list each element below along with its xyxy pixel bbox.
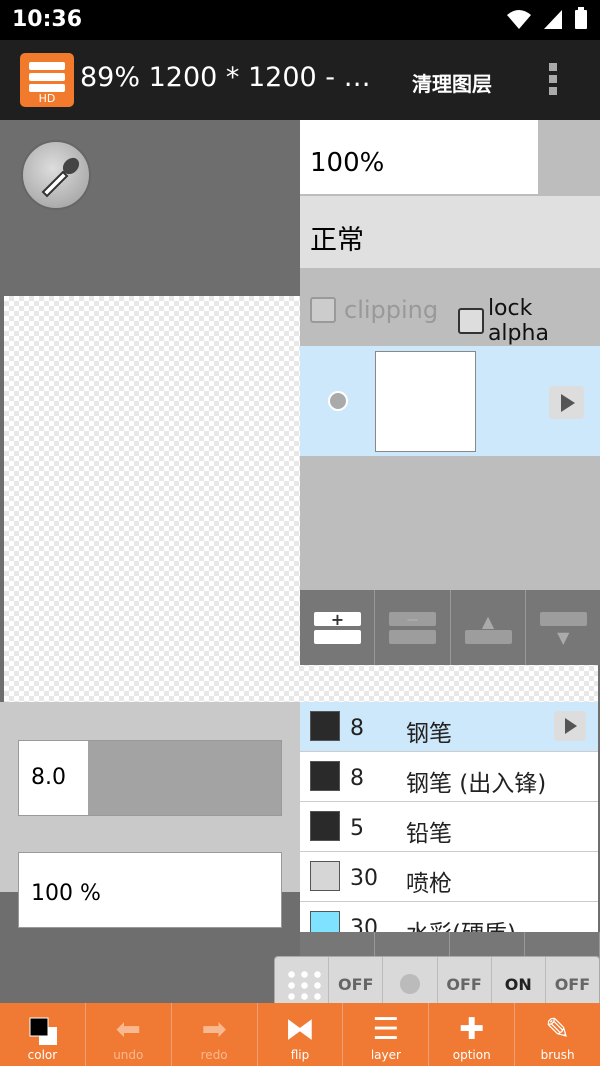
- eyedropper-button[interactable]: [21, 140, 91, 210]
- layer-panel: 100% 正常 clipping lock alpha: [300, 120, 600, 665]
- layer-actions: + − ▲ ▼: [300, 590, 600, 665]
- brush-size: 8: [350, 716, 364, 741]
- option-button[interactable]: ✚ option: [429, 1003, 516, 1066]
- undo-button[interactable]: ⬅ undo: [85, 1003, 172, 1066]
- flip-button[interactable]: ⧓ flip: [257, 1003, 344, 1066]
- brush-name: 钢笔 (出入锋): [406, 771, 547, 797]
- brush-swatch: [310, 861, 340, 891]
- clear-layer-button[interactable]: 清理图层: [412, 68, 492, 97]
- lock-alpha-checkbox[interactable]: lock alpha: [458, 296, 600, 346]
- brush-name: 水彩(硬质): [406, 914, 516, 932]
- brush-item[interactable]: 30 喷枪: [300, 852, 598, 902]
- blend-mode-select[interactable]: 正常: [300, 196, 600, 268]
- brush-swatch: [310, 711, 340, 741]
- circle-icon: [400, 974, 421, 994]
- layer-button[interactable]: ☰ layer: [343, 1003, 430, 1066]
- plus-icon: ✚: [459, 1012, 485, 1047]
- layer-thumbnail: [375, 351, 476, 452]
- brush-item[interactable]: 30 水彩(硬质): [300, 902, 598, 932]
- document-title: 89% 1200 * 1200 - Un...: [80, 62, 390, 93]
- bottom-toolbar: color ⬅ undo ➡ redo ⧓ flip ☰ layer ✚ opt…: [0, 1003, 600, 1066]
- layer-expand-icon[interactable]: [549, 386, 584, 419]
- clipping-checkbox[interactable]: clipping: [310, 296, 438, 324]
- grid-icon: [285, 969, 325, 1001]
- brush-swatch: [310, 811, 340, 841]
- layer-item[interactable]: [300, 346, 600, 456]
- layer-visibility-icon[interactable]: [328, 391, 348, 411]
- brush-item[interactable]: 5 铅笔: [300, 802, 598, 852]
- brush-size-slider[interactable]: 8.0: [18, 740, 282, 816]
- brush-size: 30: [350, 866, 378, 891]
- brush-item[interactable]: 8 钢笔 (出入锋): [300, 752, 598, 802]
- wifi-icon: [507, 10, 531, 29]
- undo-arrow-icon: ⬅: [115, 1012, 141, 1047]
- brush-opacity-slider[interactable]: 100 %: [18, 852, 282, 928]
- signal-icon: [544, 10, 562, 29]
- brush-swatch: [310, 761, 340, 791]
- brush-settings-panel: 8.0 100 %: [0, 702, 300, 928]
- move-layer-down-button[interactable]: ▼: [525, 590, 600, 665]
- brush-expand-icon[interactable]: [554, 711, 586, 741]
- brush-name: 钢笔: [406, 721, 452, 747]
- brush-swatch: [310, 911, 340, 932]
- move-layer-up-button[interactable]: ▲: [450, 590, 526, 665]
- app-icon[interactable]: HD: [20, 53, 74, 107]
- flip-icon: ⧓: [285, 1012, 315, 1047]
- app-bar: HD 89% 1200 * 1200 - Un... 清理图层: [0, 40, 600, 120]
- layer-opacity[interactable]: 100%: [300, 120, 538, 194]
- redo-button[interactable]: ➡ redo: [171, 1003, 258, 1066]
- brush-icon: ✎: [545, 1012, 571, 1047]
- brush-item[interactable]: 8 钢笔: [300, 702, 598, 752]
- lock-alpha-label: lock alpha: [487, 296, 549, 346]
- add-layer-button[interactable]: +: [300, 590, 376, 665]
- eyedropper-icon: [41, 157, 80, 198]
- brush-name: 喷枪: [406, 871, 452, 897]
- brush-size: 5: [350, 816, 364, 841]
- brush-size: 8: [350, 766, 364, 791]
- status-bar: 10:36: [0, 0, 600, 40]
- battery-icon: [575, 7, 587, 29]
- brush-size-value: 8.0: [19, 741, 88, 815]
- brush-size: 30: [350, 916, 378, 932]
- brush-list: 8 钢笔 8 钢笔 (出入锋) 5 铅笔 30 喷枪 30 水彩(硬质): [300, 702, 598, 932]
- status-time: 10:36: [12, 7, 83, 32]
- overflow-menu-icon[interactable]: [546, 60, 560, 100]
- brush-button[interactable]: ✎ brush: [515, 1003, 600, 1066]
- brush-name: 铅笔: [406, 821, 452, 847]
- status-icons: [506, 7, 588, 31]
- hd-label: HD: [38, 92, 56, 105]
- layers-icon: ☰: [372, 1012, 400, 1047]
- clipping-label: clipping: [344, 296, 439, 324]
- delete-layer-button[interactable]: −: [375, 590, 451, 665]
- color-button[interactable]: color: [0, 1003, 86, 1066]
- redo-arrow-icon: ➡: [201, 1012, 227, 1047]
